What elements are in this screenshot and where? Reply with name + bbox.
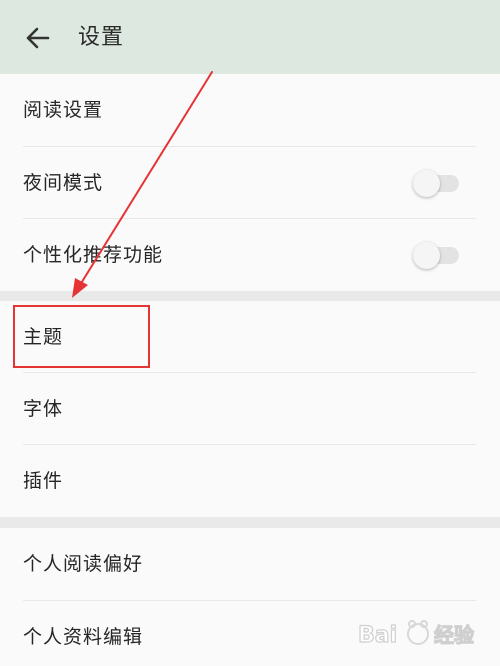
svg-text:Bai: Bai	[358, 623, 397, 648]
settings-screen: 设置 阅读设置 夜间模式 个性化推荐功能 主题 字体 插件 个人阅读偏好 个人资…	[0, 0, 500, 666]
annotation-highlight-box	[13, 305, 150, 368]
baidu-watermark-logo: Bai 经验	[357, 620, 475, 649]
svg-text:经验: 经验	[434, 623, 474, 647]
